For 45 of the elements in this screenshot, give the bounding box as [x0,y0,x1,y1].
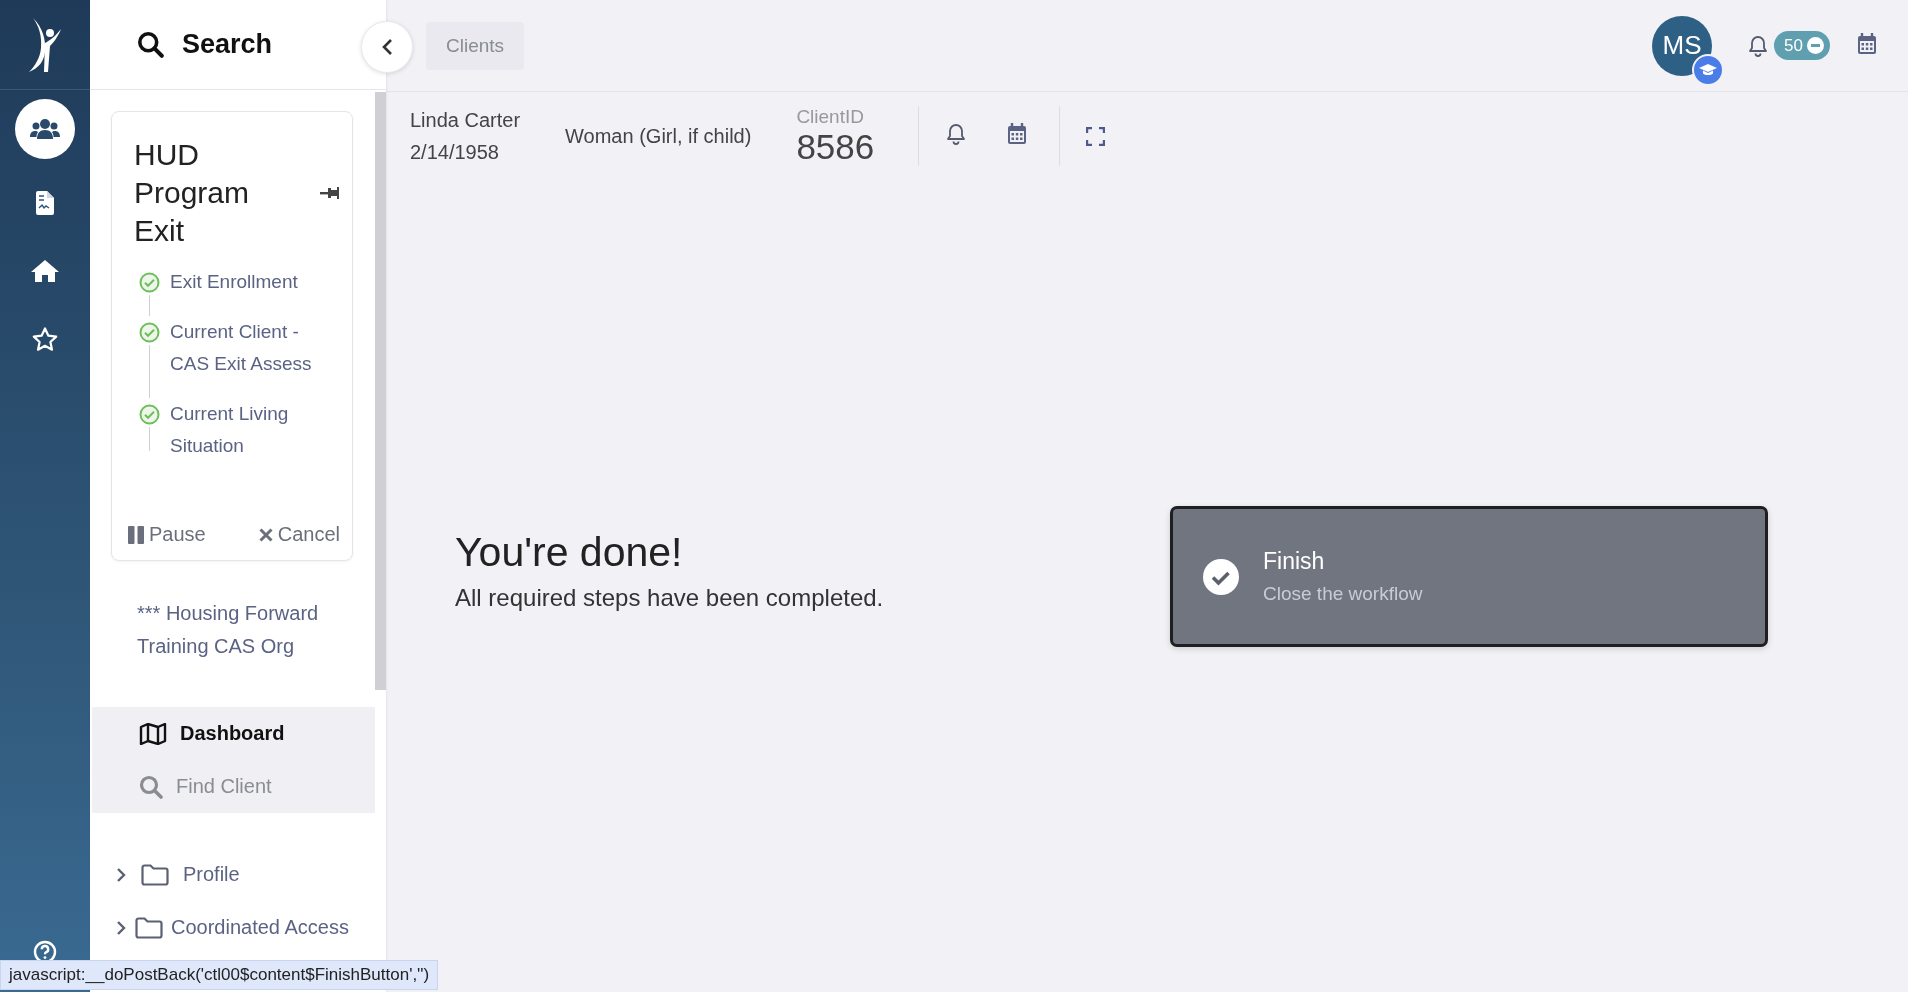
calendar-icon[interactable] [1857,32,1877,55]
bell-icon[interactable] [1748,34,1769,57]
search-label[interactable]: Search [182,29,273,60]
scrollbar[interactable] [375,92,386,690]
pause-button[interactable]: Pause [128,523,206,546]
completion-heading: You're done! [455,528,684,576]
client-id: 8586 [796,128,875,166]
document-icon [36,191,54,215]
folder-icon [141,863,169,886]
rail-item[interactable] [15,99,75,159]
finish-button[interactable]: Finish Close the workflow [1170,506,1768,647]
folder-item[interactable]: Coordinated Access [90,901,386,954]
workflow-step[interactable]: Current Client - CAS Exit Assess [170,316,330,380]
nav-item[interactable]: Dashboard [92,707,375,760]
completion-message: All required steps have been completed. [455,584,884,612]
close-icon [258,527,273,542]
search-icon [139,774,163,799]
client-name: Linda Carter [410,108,521,133]
workflow-step[interactable]: Exit Enrollment [170,266,330,298]
organization-name: *** Housing Forward Training CAS Org [137,601,320,659]
client-id-label: ClientID [796,106,865,128]
check-circle-icon [1202,557,1240,596]
notification-badge[interactable]: 50 [1774,31,1830,60]
workflow-title: HUD Program Exit [134,137,251,249]
chevron-left-icon [381,38,393,56]
workflow-step[interactable]: Current Living Situation [170,398,330,462]
star-icon [32,326,58,352]
status-bar: javascript:__doPostBack('ctl00$content$FinishButton','') [0,960,439,990]
folder-icon [135,916,163,939]
home-icon [31,260,59,282]
folder-item[interactable]: Profile [90,848,386,901]
nav-item[interactable]: Find Client [92,760,375,813]
pin-icon[interactable] [320,185,340,201]
search-icon [137,31,164,58]
fullscreen-icon[interactable] [1086,126,1106,146]
map-icon [139,722,167,745]
minus-circle-icon [1807,37,1824,54]
bell-icon[interactable] [946,123,967,145]
user-avatar[interactable]: MS [1652,15,1713,76]
cancel-button[interactable]: Cancel [258,523,340,546]
pause-icon [128,525,144,544]
calendar-icon[interactable] [1007,123,1028,145]
client-birth-date: 2/14/1958 [410,140,500,165]
client-gender: Woman (Girl, if child) [565,124,752,148]
people-icon [30,118,60,140]
